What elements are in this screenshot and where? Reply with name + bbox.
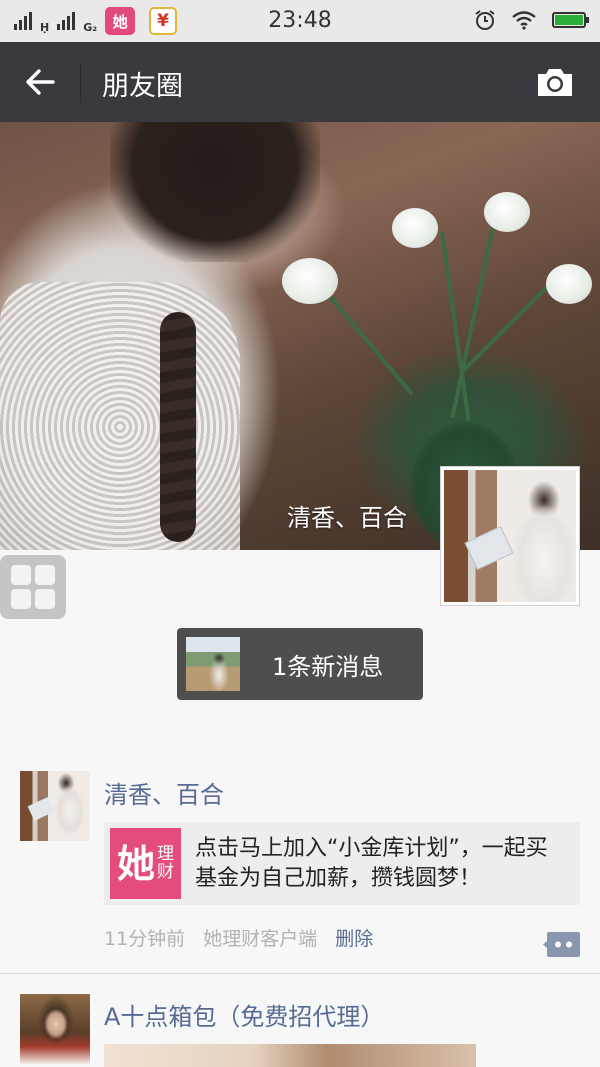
camera-icon	[538, 69, 572, 96]
wifi-icon	[512, 11, 536, 30]
share-icon-sub-1: 理	[157, 843, 174, 864]
comment-more-icon[interactable]	[543, 932, 580, 957]
rose-flower	[282, 258, 338, 304]
post-author-name[interactable]: 清香、百合	[104, 775, 224, 810]
my-avatar-image	[444, 470, 576, 602]
rose-stem	[450, 221, 496, 419]
post-image[interactable]	[104, 1044, 476, 1067]
post-author-avatar[interactable]	[20, 771, 90, 841]
arrow-left-icon	[26, 69, 55, 95]
rose-flower	[546, 264, 592, 304]
cover-braid	[160, 312, 196, 542]
status-bar: Ḥ G₂ 她 ¥ 23:48	[0, 0, 600, 42]
back-button[interactable]	[20, 62, 60, 102]
battery-icon	[552, 12, 589, 28]
post-author-name[interactable]: A十点箱包（免费招代理）	[104, 997, 384, 1032]
nav-separator	[80, 62, 81, 102]
camera-button[interactable]	[534, 62, 576, 102]
status-icons-right	[474, 9, 589, 31]
grid-cell-icon	[11, 589, 31, 609]
grid-cell-icon	[11, 565, 31, 585]
alarm-icon	[475, 10, 495, 30]
post-source[interactable]: 她理财客户端	[203, 924, 317, 951]
rose-flower	[392, 208, 438, 248]
share-icon-char: 她	[116, 841, 155, 886]
my-avatar[interactable]	[440, 466, 580, 606]
new-messages-label: 1条新消息	[272, 652, 384, 681]
delete-post-link[interactable]: 删除	[335, 924, 373, 951]
grid-cell-icon	[35, 565, 55, 585]
cover-blouse	[0, 282, 240, 550]
rose-flower	[484, 192, 530, 232]
new-messages-button[interactable]: 1条新消息	[177, 628, 423, 700]
rose-stem	[460, 285, 549, 374]
share-icon-subtext: 理 财	[157, 843, 174, 882]
avatar-book-detail	[27, 797, 55, 821]
shared-link-card[interactable]: 她 理 财 点击马上加入“小金库计划”，一起买基金为自己加薪，攒钱圆梦！	[104, 822, 580, 905]
shared-link-text: 点击马上加入“小金库计划”，一起买基金为自己加薪，攒钱圆梦！	[195, 835, 548, 891]
share-icon-sub-2: 财	[157, 861, 174, 882]
cover-user-name: 清香、百合	[287, 504, 407, 532]
post-time: 11分钟前	[104, 928, 186, 950]
album-grid-button[interactable]	[0, 555, 66, 619]
grid-cell-icon	[35, 589, 55, 609]
cover-hair	[110, 122, 320, 262]
new-message-avatar	[186, 637, 240, 691]
nav-bar: 朋友圈	[0, 42, 600, 122]
page-title: 朋友圈	[102, 71, 183, 102]
ta-licai-app-icon: 她 理 财	[110, 828, 181, 899]
post-author-avatar[interactable]	[20, 994, 90, 1064]
post-divider	[0, 973, 600, 974]
post-meta: 11分钟前 她理财客户端 删除	[104, 924, 373, 951]
rose-stem	[320, 285, 414, 396]
